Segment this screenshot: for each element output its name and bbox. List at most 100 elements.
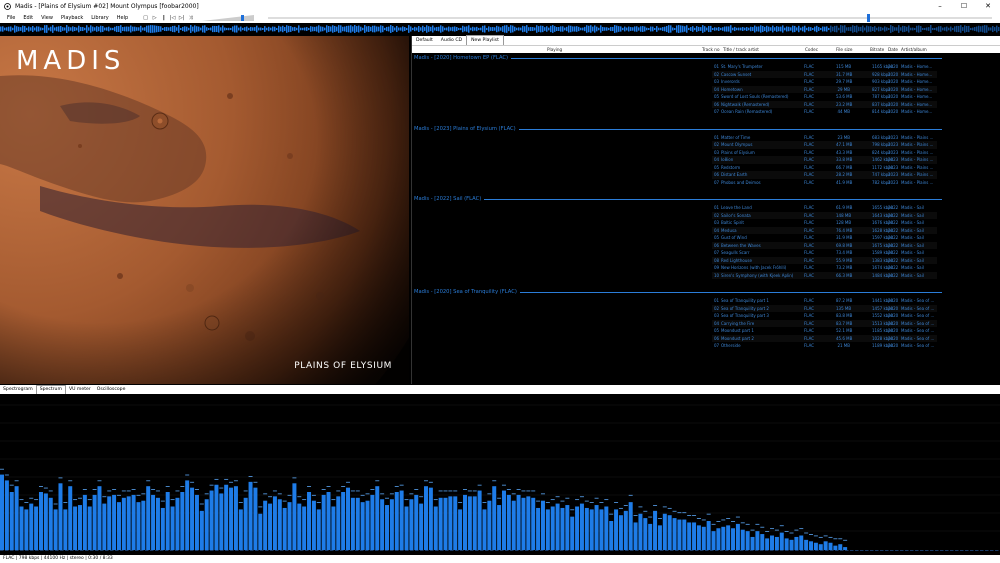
spectrum-baseline-tick bbox=[535, 550, 539, 551]
previous-icon[interactable]: |◁ bbox=[169, 15, 176, 22]
waveform-sample bbox=[748, 27, 750, 31]
waveform-seekbar[interactable] bbox=[0, 24, 1000, 34]
column-track-no[interactable]: Track no bbox=[702, 47, 720, 52]
tab-oscilloscope[interactable]: Oscilloscope bbox=[94, 386, 129, 394]
waveform-sample bbox=[192, 26, 194, 32]
track-row[interactable]: 03 Inverords FLAC 29.7 MB 903 kbps 2020 Madis … bbox=[412, 78, 1000, 86]
waveform-sample bbox=[778, 26, 780, 32]
column-bitrate[interactable]: Bitrate bbox=[870, 47, 884, 52]
waveform-sample bbox=[906, 26, 908, 32]
next-icon[interactable]: ▷| bbox=[178, 15, 185, 22]
menu-help[interactable]: Help bbox=[113, 15, 132, 21]
waveform-sample bbox=[806, 27, 808, 31]
track-row[interactable]: 07 Seagulls Scarr FLAC 73.4 MB 1589 kbps 2022… bbox=[412, 249, 1000, 257]
track-row[interactable]: 02 Mount Olympus FLAC 47.1 MB 798 kbps 2023 Ma… bbox=[412, 141, 1000, 149]
track-row[interactable]: 04 Medusa FLAC 76.4 MB 1628 kbps 2022 Madis - … bbox=[412, 226, 1000, 234]
track-title: Nightwalk (Remastered) bbox=[721, 101, 770, 107]
column-date[interactable]: Date bbox=[888, 47, 898, 52]
group-header[interactable]: Madis - [2023] Plains of Elysium (FLAC) bbox=[412, 124, 1000, 134]
track-title: Sword of Lost Souls (Remastered) bbox=[721, 94, 789, 99]
minimize-button[interactable]: – bbox=[928, 0, 952, 13]
close-button[interactable]: ✕ bbox=[976, 0, 1000, 13]
spectrum-peak bbox=[204, 493, 209, 495]
group-header[interactable]: Madis - [2022] Sail (FLAC) bbox=[412, 194, 1000, 204]
track-row[interactable]: 05 Gust of Wind FLAC 31.9 MB 1597 kbps 2022 Ma… bbox=[412, 234, 1000, 242]
track-row[interactable]: 07 Phobos and Deimos FLAC 41.9 MB 782 kbps 20… bbox=[412, 179, 1000, 187]
menu-library[interactable]: Library bbox=[87, 15, 112, 21]
maximize-button[interactable]: ☐ bbox=[952, 0, 976, 13]
track-row[interactable]: 07 Otherside FLAC 21 MB 1189 kbps 2020 Madis -… bbox=[412, 342, 1000, 350]
track-row[interactable]: 06 Moondust part 2 FLAC 45.6 MB 1028 kbps 202… bbox=[412, 334, 1000, 342]
waveform-sample bbox=[910, 27, 912, 31]
spectrum-baseline-tick bbox=[945, 550, 949, 551]
track-row[interactable]: 10 Siren's Symphony (with Kjeek Aplin) FLA… bbox=[412, 271, 1000, 279]
track-row[interactable]: 01 St. Mary's Trumpeter FLAC 115 MB 1165 kbp… bbox=[412, 63, 1000, 71]
waveform-sample bbox=[364, 25, 366, 33]
spectrum-baseline-tick bbox=[405, 550, 409, 551]
column-title[interactable]: Title / track artist bbox=[723, 47, 759, 52]
track-row[interactable]: 05 Redstorm FLAC 66.7 MB 1172 kbps 2023 Madis … bbox=[412, 164, 1000, 172]
spectrum-baseline-tick bbox=[860, 550, 864, 551]
menu-playback[interactable]: Playback bbox=[57, 15, 87, 21]
track-row[interactable]: 06 Distant Earth FLAC 28.2 MB 747 kbps 2023 Ma… bbox=[412, 171, 1000, 179]
track-row[interactable]: 04 Hometown FLAC 29 MB 827 kbps 2020 Madis - H… bbox=[412, 85, 1000, 93]
track-row[interactable]: 03 Baltic Spirit FLAC 128 MB 1676 kbps 2022 Ma… bbox=[412, 219, 1000, 227]
waveform-sample bbox=[526, 25, 528, 33]
tab-new-playlist[interactable]: New Playlist bbox=[466, 35, 504, 45]
menu-file[interactable]: File bbox=[0, 15, 19, 21]
track-row[interactable]: 02 Cascow Sunset FLAC 31.7 MB 928 kbps 2020 Ma… bbox=[412, 70, 1000, 78]
track-row[interactable]: 04 Io8ion FLAC 33.8 MB 1462 kbps 2023 Madis - … bbox=[412, 156, 1000, 164]
track-row[interactable]: 05 Sword of Lost Souls (Remastered) FLAC 53… bbox=[412, 93, 1000, 101]
track-row[interactable]: 02 Sailor's Sonata FLAC 148 MB 1643 kbps 2022… bbox=[412, 211, 1000, 219]
group-header[interactable]: Madis - [2020] Sea of Tranquility (FLAC) bbox=[412, 287, 1000, 297]
track-row[interactable]: 04 Carrying the Fire FLAC 83.7 MB 1513 kbps 2… bbox=[412, 319, 1000, 327]
column-codec[interactable]: Codec bbox=[805, 47, 818, 52]
volume-slider[interactable] bbox=[202, 14, 255, 22]
column-playing[interactable]: Playing bbox=[547, 47, 562, 52]
track-row[interactable]: 05 Moondust part 1 FLAC 52.1 MB 1185 kbps 202… bbox=[412, 327, 1000, 335]
column-file-size[interactable]: File size bbox=[836, 47, 852, 52]
spectrum-peak bbox=[804, 532, 809, 534]
volume-knob[interactable] bbox=[241, 15, 245, 21]
spectrum-baseline-tick bbox=[95, 550, 99, 551]
waveform-sample bbox=[294, 26, 296, 32]
waveform-sample bbox=[266, 27, 268, 31]
spectrum-peak bbox=[818, 536, 823, 538]
spectrum-baseline-tick bbox=[470, 550, 474, 551]
play-icon[interactable]: ▷ bbox=[151, 15, 158, 22]
track-row[interactable]: 01 Leave the Land FLAC 61.9 MB 1655 kbps 2022… bbox=[412, 204, 1000, 212]
tab-vu-meter[interactable]: VU meter bbox=[66, 386, 94, 394]
stop-icon[interactable]: □ bbox=[142, 15, 149, 22]
menu-edit[interactable]: Edit bbox=[19, 15, 37, 21]
spectrum-peak bbox=[277, 493, 282, 495]
track-row[interactable]: 03 Plains of Elysium FLAC 43.3 MB 824 kbps 20… bbox=[412, 149, 1000, 157]
track-row[interactable]: 08 Red Lighthouse FLAC 55.9 MB 1383 kbps 2022… bbox=[412, 256, 1000, 264]
track-number: 03 bbox=[714, 149, 720, 155]
waveform-sample bbox=[350, 25, 352, 33]
waveform-sample bbox=[780, 26, 782, 32]
track-row[interactable]: 09 New Horizons (with Jacek Fröhlli) FLAC 7… bbox=[412, 264, 1000, 272]
tab-audio-cd[interactable]: Audio CD bbox=[437, 36, 466, 45]
waveform-sample bbox=[196, 26, 198, 32]
spectrum-baseline-tick bbox=[645, 550, 649, 551]
tab-spectrogram[interactable]: Spectrogram bbox=[0, 386, 36, 394]
spectrum-peak bbox=[765, 531, 770, 532]
track-row[interactable]: 07 Ocean Rain (Remastered) FLAC 44 MB 814 kb… bbox=[412, 108, 1000, 116]
tab-default[interactable]: Default bbox=[412, 36, 437, 45]
seek-knob[interactable] bbox=[866, 14, 870, 22]
tab-spectrum[interactable]: Spectrum bbox=[35, 385, 66, 394]
track-row[interactable]: 06 Nightwalk (Remastered) FLAC 23.2 MB 837 k… bbox=[412, 100, 1000, 108]
pause-icon[interactable]: ‖ bbox=[160, 15, 167, 22]
seek-bar[interactable] bbox=[268, 14, 992, 22]
group-header[interactable]: Madis - [2020] Hometown EP (FLAC) bbox=[412, 53, 1000, 63]
menu-view[interactable]: View bbox=[37, 15, 57, 21]
waveform-sample bbox=[140, 25, 142, 33]
track-row[interactable]: 03 Sea of Tranquility part 3 FLAC 83.8 MB 15… bbox=[412, 312, 1000, 320]
column-artist-album[interactable]: Artist/album bbox=[901, 47, 927, 52]
waveform-sample bbox=[56, 26, 58, 32]
track-row[interactable]: 01 Matter of Time FLAC 23 MB 683 kbps 2023 Mad… bbox=[412, 134, 1000, 142]
track-row[interactable]: 06 Between the Waves FLAC 69.8 MB 1675 kbps 2… bbox=[412, 241, 1000, 249]
random-icon[interactable]: ⤨ bbox=[187, 15, 194, 22]
track-row[interactable]: 01 Sea of Tranquility part 1 FLAC 87.2 MB 14… bbox=[412, 297, 1000, 305]
track-row[interactable]: 02 Sea of Tranquility part 2 FLAC 135 MB 145… bbox=[412, 304, 1000, 312]
